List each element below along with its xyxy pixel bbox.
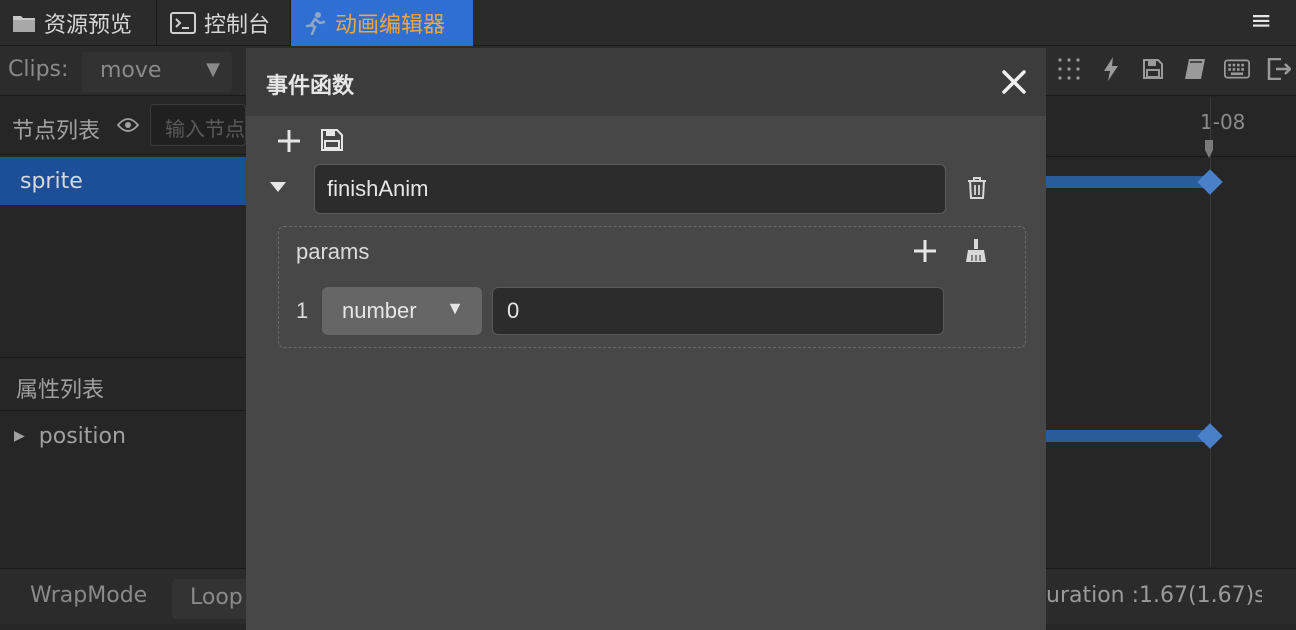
wrap-mode-select[interactable]: Loop: [172, 579, 246, 619]
terminal-icon: [170, 12, 196, 34]
duration-readout: uration :1.67(1.67)s: [1046, 583, 1262, 608]
position-track-bar: [1046, 430, 1210, 442]
tab-label: 动画编辑器: [335, 13, 446, 38]
timeline-header: [1046, 97, 1296, 157]
params-label: params: [296, 239, 370, 264]
folder-icon: [12, 13, 36, 33]
param-type-value: number: [342, 298, 417, 323]
broom-icon[interactable]: [964, 238, 988, 264]
tab-label: 控制台: [204, 13, 271, 38]
save-icon[interactable]: [1140, 56, 1166, 82]
time-marker-line: [1210, 97, 1211, 567]
dialog-title: 事件函数: [266, 74, 355, 99]
hamburger-menu-icon[interactable]: ≡: [1250, 8, 1272, 34]
property-list-title: 属性列表: [0, 357, 246, 411]
close-icon[interactable]: [1000, 68, 1028, 96]
tab-console[interactable]: 控制台: [158, 0, 291, 46]
trash-icon[interactable]: [966, 176, 988, 200]
tab-assets-preview[interactable]: 资源预览: [0, 0, 157, 46]
playhead-icon[interactable]: [1203, 140, 1215, 158]
lightning-icon[interactable]: [1098, 56, 1124, 82]
timeline-toolbar: [1056, 56, 1292, 82]
clip-select[interactable]: move ▼: [82, 52, 232, 92]
grid-dots-icon[interactable]: [1056, 56, 1082, 82]
add-event-icon[interactable]: [276, 128, 302, 154]
param-type-select[interactable]: number ▼: [322, 287, 482, 335]
property-name: position: [38, 423, 126, 449]
function-name-input[interactable]: [314, 164, 946, 214]
node-search-input[interactable]: 输入节点: [150, 104, 246, 146]
eye-icon[interactable]: [117, 117, 139, 133]
wrap-mode-label: WrapMode: [30, 583, 148, 608]
node-list-item[interactable]: sprite: [0, 157, 246, 205]
node-list-title: 节点列表: [12, 119, 101, 144]
tab-label: 资源预览: [44, 13, 133, 38]
clip-select-value: move: [100, 58, 162, 83]
collapse-triangle-icon[interactable]: [268, 180, 288, 194]
dialog-header: [246, 48, 1046, 116]
property-list-item[interactable]: ▶ position: [0, 412, 246, 460]
event-function-dialog: 事件函数 params 1 number ▼: [246, 48, 1046, 630]
tab-bar: 资源预览 控制台 动画编辑器 ≡: [0, 0, 1296, 46]
chevron-down-icon: ▼: [206, 59, 220, 80]
exit-icon[interactable]: [1266, 56, 1292, 82]
param-value-input[interactable]: [492, 287, 944, 335]
chevron-down-icon: ▼: [446, 298, 464, 318]
animation-editor-window: 资源预览 控制台 动画编辑器 ≡ Clips: move ▼ 节点列表 输入节点…: [0, 0, 1296, 630]
save-icon[interactable]: [320, 128, 344, 152]
clips-label: Clips:: [8, 57, 69, 82]
add-param-icon[interactable]: [912, 238, 938, 264]
keyboard-icon[interactable]: [1224, 56, 1250, 82]
param-index: 1: [296, 298, 309, 323]
expand-triangle-icon[interactable]: ▶: [14, 428, 25, 444]
animation-runner-icon: [303, 11, 327, 35]
sprite-track-bar: [1046, 176, 1210, 188]
book-icon[interactable]: [1182, 56, 1208, 82]
tab-animation-editor[interactable]: 动画编辑器: [291, 0, 473, 46]
time-marker-label: 1-08: [1200, 110, 1246, 134]
